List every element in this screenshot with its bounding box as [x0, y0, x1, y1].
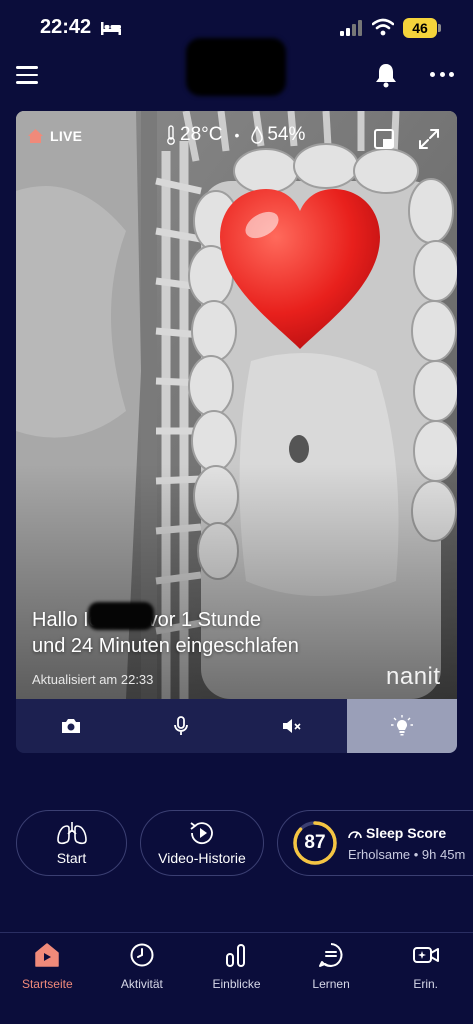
mute-button[interactable] [237, 699, 347, 753]
picture-in-picture-icon[interactable] [374, 129, 394, 149]
nav-item-einblicke[interactable]: Einblicke [189, 933, 284, 1024]
bar-chart-icon [226, 944, 246, 967]
microphone-icon [174, 716, 189, 735]
nanit-logo: nanit [386, 663, 441, 690]
separator-dot: • [234, 127, 240, 143]
light-bulb-icon [390, 715, 413, 736]
bed-icon [101, 22, 121, 35]
clock-icon [130, 943, 154, 967]
start-breathing-button[interactable]: Start [16, 810, 127, 876]
nav-label-lernen: Lernen [312, 977, 350, 991]
start-label: Start [56, 850, 87, 866]
live-badge: LIVE [28, 128, 82, 144]
humidity-icon [251, 126, 264, 144]
talk-button[interactable] [126, 699, 236, 753]
live-label: LIVE [50, 128, 83, 144]
more-dots-icon[interactable] [430, 72, 454, 78]
sleep-status-message: Hallo Ich bin vor 1 Stunde und 24 Minute… [32, 607, 392, 659]
video-history-label: Video-Historie [158, 850, 246, 866]
temperature-value: 28°C [180, 124, 223, 145]
redacted-name [88, 602, 154, 630]
nav-item-aktivitaet[interactable]: Aktivität [95, 933, 190, 1024]
video-history-button[interactable]: Video-Historie [140, 810, 264, 876]
video-sparkle-icon [412, 947, 439, 963]
home-icon [35, 943, 60, 967]
sleep-score-title: Sleep Score [366, 824, 447, 841]
battery-level: 46 [403, 18, 441, 38]
cellular-signal-icon [340, 20, 362, 36]
sleep-score-ring: 87 [292, 820, 338, 866]
snapshot-button[interactable] [16, 699, 126, 753]
fullscreen-icon[interactable] [418, 128, 440, 150]
redacted-baby-name [186, 38, 286, 96]
room-climate: 28°C • 54% [166, 124, 305, 146]
sleep-score-card[interactable]: 87 Sleep Score Erholsame • 9h 45m [277, 810, 473, 876]
gauge-icon [348, 830, 362, 838]
camera-control-bar [16, 699, 457, 753]
camera-icon [62, 719, 81, 733]
hamburger-icon[interactable] [16, 66, 38, 86]
heart-emoji [220, 189, 380, 349]
sleep-score-summary: Erholsame • 9h 45m [348, 846, 466, 862]
sleep-score-value: 87 [304, 832, 326, 853]
history-play-icon [190, 822, 213, 845]
sleep-status-line1: Hallo Ich bin vor 1 Stunde [32, 609, 262, 631]
nav-label-einblicke: Einblicke [212, 977, 261, 991]
night-light-button[interactable] [346, 699, 457, 753]
bottom-navigation: Startseite Aktivität Einblicke Lernen Er… [0, 932, 473, 1024]
status-time: 22:42 [40, 16, 92, 38]
sleep-status-line2: und 24 Minuten eingeschlafen [32, 635, 299, 657]
bell-icon[interactable] [374, 62, 398, 88]
last-updated: Aktualisiert am 22:33 [32, 672, 154, 687]
quick-actions: Start Video-Historie 87 Sleep Score Erho… [0, 810, 473, 876]
chat-list-icon [319, 943, 343, 967]
nav-label-erinnerungen: Erin. [413, 977, 439, 991]
wifi-icon [372, 18, 394, 36]
thermometer-icon [167, 125, 175, 145]
nav-item-lernen[interactable]: Lernen [284, 933, 379, 1024]
speaker-muted-icon [282, 719, 301, 733]
camera-feed[interactable]: LIVE 28°C • 54% Hallo Ich bin vor 1 Stun… [16, 111, 457, 699]
nav-label-startseite: Startseite [21, 977, 73, 991]
nav-label-aktivitaet: Aktivität [120, 977, 163, 991]
humidity-value: 54% [267, 124, 306, 145]
home-icon [28, 129, 43, 143]
lungs-icon [56, 822, 87, 845]
nav-item-startseite[interactable]: Startseite [0, 933, 95, 1024]
nav-item-erinnerungen[interactable]: Erin. [378, 933, 473, 1024]
